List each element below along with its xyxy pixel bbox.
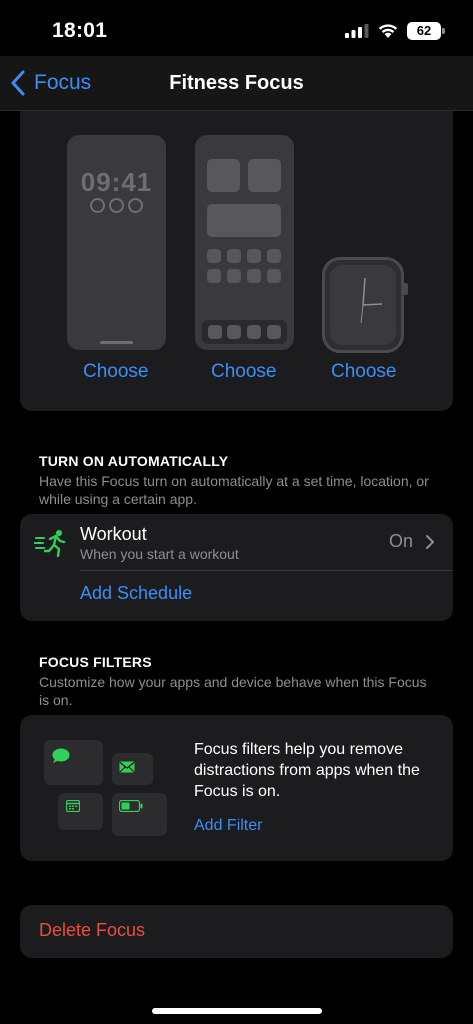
workout-row[interactable]: Workout When you start a workout On bbox=[20, 514, 453, 570]
battery-icon: 62 bbox=[407, 22, 441, 40]
delete-focus-row[interactable]: Delete Focus bbox=[20, 905, 453, 958]
calendar-icon bbox=[66, 800, 80, 812]
choose-watch-face-button[interactable]: Choose bbox=[331, 361, 397, 383]
signal-icon bbox=[345, 24, 369, 38]
low-power-filter-tile bbox=[112, 793, 167, 836]
mail-icon bbox=[119, 761, 135, 773]
focus-filters-explanation: Focus filters help you remove distractio… bbox=[194, 741, 420, 800]
customize-screens-card: 09:41 Choose Choose Choose bbox=[20, 111, 453, 411]
lock-screen-time: 09:41 bbox=[80, 167, 153, 197]
lock-home-indicator bbox=[100, 341, 133, 344]
wifi-icon bbox=[378, 24, 398, 38]
app-icon-placeholder bbox=[247, 269, 261, 283]
message-bubble-icon bbox=[52, 748, 70, 763]
focus-filters-card: Focus filters help you remove distractio… bbox=[20, 715, 453, 861]
navigation-bar: Focus Fitness Focus bbox=[0, 56, 473, 111]
watch-face bbox=[330, 265, 396, 345]
app-icon-placeholder bbox=[267, 269, 281, 283]
app-icon-placeholder bbox=[227, 269, 241, 283]
app-icon-placeholder bbox=[207, 269, 221, 283]
focus-filters-section-header: FOCUS FILTERS bbox=[39, 654, 152, 670]
messages-filter-tile bbox=[44, 740, 103, 785]
add-filter-button[interactable]: Add Filter bbox=[194, 817, 262, 835]
add-schedule-button[interactable]: Add Schedule bbox=[80, 583, 192, 604]
watch-face-preview[interactable] bbox=[322, 257, 404, 353]
automation-card: Workout When you start a workout On Add … bbox=[20, 514, 453, 621]
workout-status: On bbox=[388, 531, 413, 551]
lock-screen-widgets bbox=[90, 198, 143, 213]
status-bar: 18:01 62 bbox=[0, 0, 473, 56]
choose-home-screen-button[interactable]: Choose bbox=[211, 361, 277, 383]
chevron-right-icon bbox=[426, 535, 434, 549]
app-icon-placeholder bbox=[267, 249, 281, 263]
dock-placeholder bbox=[202, 320, 287, 344]
workout-subtitle: When you start a workout bbox=[80, 546, 239, 562]
page-title: Fitness Focus bbox=[169, 72, 304, 94]
widget-placeholder bbox=[207, 204, 281, 237]
choose-lock-screen-button[interactable]: Choose bbox=[83, 361, 149, 383]
app-icon-placeholder bbox=[207, 249, 221, 263]
focus-filters-section-description: Customize how your apps and device behav… bbox=[39, 674, 427, 708]
app-icon-placeholder bbox=[247, 249, 261, 263]
battery-filter-icon bbox=[119, 800, 143, 812]
clock-hands-icon bbox=[360, 277, 383, 324]
home-indicator[interactable] bbox=[152, 1008, 322, 1014]
app-icon-placeholder bbox=[227, 249, 241, 263]
widget-placeholder bbox=[248, 159, 281, 192]
delete-focus-button[interactable]: Delete Focus bbox=[39, 920, 145, 941]
status-time: 18:01 bbox=[52, 19, 108, 42]
calendar-filter-tile bbox=[58, 793, 103, 830]
mail-filter-tile bbox=[112, 753, 153, 785]
turn-on-section-header: TURN ON AUTOMATICALLY bbox=[39, 453, 229, 469]
running-figure-icon bbox=[34, 530, 66, 557]
workout-title: Workout bbox=[80, 524, 147, 544]
row-divider bbox=[80, 570, 453, 571]
turn-on-section-description: Have this Focus turn on automatically at… bbox=[39, 473, 429, 507]
home-screen-preview[interactable] bbox=[195, 135, 294, 350]
watch-crown bbox=[403, 283, 408, 295]
lock-screen-preview[interactable]: 09:41 bbox=[67, 135, 166, 350]
battery-tip bbox=[442, 28, 445, 34]
widget-placeholder bbox=[207, 159, 240, 192]
